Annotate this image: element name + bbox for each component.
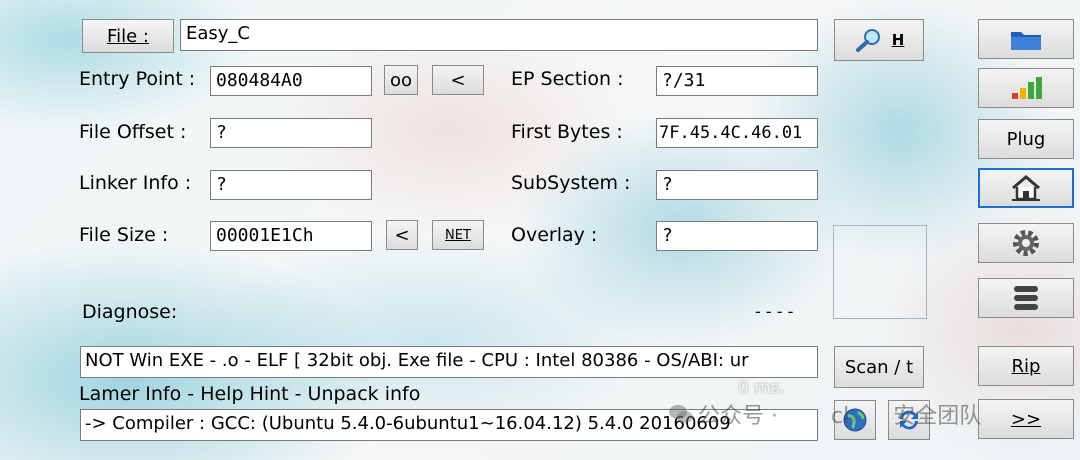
file-offset-field[interactable]: ? (210, 118, 372, 148)
magnifier-icon (854, 27, 884, 53)
folder-icon (1009, 26, 1043, 52)
link-separator: - (288, 383, 308, 405)
subsystem-label: SubSystem : (511, 172, 631, 194)
lt-label: < (394, 224, 410, 246)
icon-preview-box (833, 225, 927, 319)
watermark-text-1: 公众号 · (698, 404, 785, 429)
next-button-label: >> (1010, 408, 1042, 430)
stats-button[interactable] (978, 68, 1074, 108)
net-button[interactable]: NET (432, 220, 484, 250)
unpack-info-link[interactable]: Unpack info (308, 383, 421, 405)
stack-icon (1011, 283, 1041, 313)
scan-button[interactable]: Scan / t (834, 346, 924, 388)
first-bytes-field[interactable]: 7F.45.4C.46.01 (656, 118, 818, 148)
entry-point-label: Entry Point : (79, 68, 196, 90)
overlay-field[interactable]: ? (656, 221, 818, 251)
link-separator: - (181, 383, 201, 405)
entry-point-lt-button[interactable]: < (432, 65, 484, 95)
file-button[interactable]: File : (82, 19, 174, 53)
file-size-field[interactable]: 00001E1Ch (210, 221, 372, 251)
help-hint-link[interactable]: Help Hint (200, 383, 288, 405)
lt-label: < (450, 69, 466, 91)
net-label: NET (445, 227, 471, 243)
open-folder-button[interactable] (978, 19, 1074, 59)
oo-label: oo (389, 69, 413, 91)
search-button[interactable]: H (834, 19, 924, 61)
watermark-text-2: cl (830, 404, 850, 429)
entry-point-oo-button[interactable]: oo (384, 65, 418, 95)
linker-info-field[interactable]: ? (210, 170, 372, 200)
next-button[interactable]: >> (978, 399, 1074, 439)
plug-button-label: Plug (1006, 128, 1046, 150)
lamer-info-link[interactable]: Lamer Info (79, 383, 181, 405)
ep-section-label: EP Section : (511, 68, 624, 90)
scan-result-field[interactable]: NOT Win EXE - .o - ELF [ 32bit obj. Exe … (80, 346, 818, 378)
wechat-icon (668, 403, 694, 431)
file-size-label: File Size : (79, 224, 169, 246)
rip-button-label: Rip (1011, 355, 1041, 377)
scan-button-label: Scan / t (844, 356, 914, 378)
links-row: Lamer Info - Help Hint - Unpack info (79, 382, 420, 406)
ep-section-field[interactable]: ?/31 (656, 66, 818, 96)
linker-info-label: Linker Info : (79, 172, 192, 194)
entry-point-field[interactable]: 080484A0 (210, 66, 372, 96)
gear-icon (1011, 228, 1041, 258)
file-size-lt-button[interactable]: < (386, 220, 418, 250)
plug-button[interactable]: Plug (978, 119, 1074, 159)
watermark-text-3: 安全团队 (893, 404, 982, 429)
file-offset-label: File Offset : (79, 121, 187, 143)
first-bytes-label: First Bytes : (511, 121, 623, 143)
home-icon (1009, 174, 1043, 202)
subsystem-field[interactable]: ? (656, 170, 818, 200)
menu-button[interactable] (978, 278, 1074, 318)
bar-chart-icon (1009, 75, 1043, 101)
options-button[interactable] (978, 223, 1074, 263)
diagnose-dashes: - - - - (755, 302, 794, 321)
overlay-label: Overlay : (511, 224, 598, 246)
search-button-label: H (891, 31, 905, 49)
watermark: 公众号 · cl 安全团队 (668, 398, 981, 431)
timing-label: 0 ms. (738, 378, 786, 398)
file-path-field[interactable]: Easy_C (180, 19, 818, 51)
file-button-label: File : (107, 25, 149, 47)
home-button[interactable] (978, 168, 1074, 208)
rip-button[interactable]: Rip (978, 346, 1074, 386)
diagnose-label: Diagnose: (82, 301, 178, 323)
